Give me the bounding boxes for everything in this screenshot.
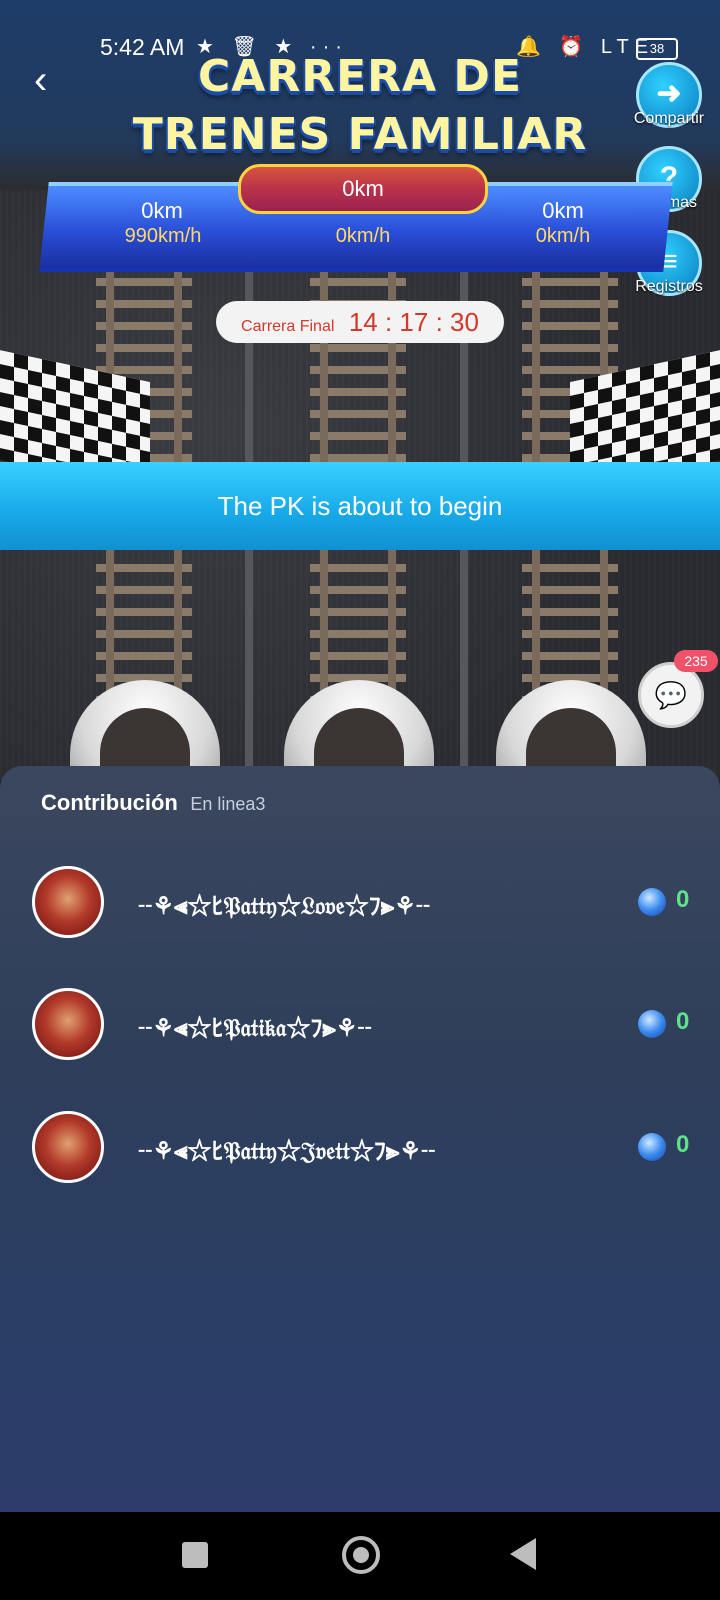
back-triangle-icon[interactable] (510, 1538, 536, 1570)
chat-unread-badge: 235 (674, 650, 718, 672)
pk-status-banner: The PK is about to begin (0, 462, 720, 550)
gem-icon (638, 1133, 666, 1161)
avatar[interactable] (32, 1111, 104, 1183)
avatar[interactable] (32, 866, 104, 938)
lane-1-distance: 0km (141, 198, 183, 223)
rail-track (310, 264, 406, 484)
title-line-1: CARRERA DE (198, 51, 522, 102)
leader-distance: 0km (238, 164, 488, 214)
panel-header: Contribución En linea3 (41, 790, 265, 816)
lane-1-speed: 990km/h (124, 225, 202, 247)
user-score: 0 (676, 1131, 690, 1158)
home-icon[interactable] (342, 1536, 380, 1574)
navigation-bar (0, 1512, 720, 1600)
race-game-area: 5:42 AM ★ 🗑 ★ ··· 🔔 ⏰ LTE 38 ‹ CARRERA D… (0, 0, 720, 780)
list-item[interactable]: ╌⚘⫷☆ﾋ𝔓𝔞𝔱𝔱𝔶☆𝔍𝔳𝔢𝔱𝔱☆ﾌ⫸⚘╌ 0 (0, 1111, 720, 1191)
lane-3-distance: 0km (542, 198, 584, 223)
user-score: 0 (676, 1008, 690, 1035)
online-count: En linea3 (190, 794, 266, 814)
share-button-label[interactable]: Compartir (624, 110, 714, 128)
gem-icon (638, 888, 666, 916)
user-name: ╌⚘⫷☆ﾋ𝔓𝔞𝔱𝔱𝔶☆𝔍𝔳𝔢𝔱𝔱☆ﾌ⫸⚘╌ (138, 1136, 436, 1165)
timer-label: Carrera Final (241, 318, 335, 335)
gem-icon (638, 1010, 666, 1038)
list-item[interactable]: ╌⚘⫷☆ﾋ𝔓𝔞𝔱𝔦𝔨𝔞☆ﾌ⫸⚘╌ 0 (0, 988, 720, 1068)
recents-icon[interactable] (182, 1542, 208, 1568)
title-line-2: TRENES FAMILIAR (132, 109, 588, 160)
race-timer: Carrera Final 14 : 17 : 30 (216, 301, 504, 343)
lane-3-speed: 0km/h (535, 225, 591, 247)
user-name: ╌⚘⫷☆ﾋ𝔓𝔞𝔱𝔦𝔨𝔞☆ﾌ⫸⚘╌ (138, 1013, 372, 1042)
contribution-panel: Contribución En linea3 ╌⚘⫷☆ﾋ𝔓𝔞𝔱𝔱𝔶☆𝔏𝔬𝔳𝔢☆ﾌ… (0, 766, 720, 1512)
panel-title: Contribución (41, 790, 178, 815)
user-score: 0 (676, 886, 690, 913)
user-name: ╌⚘⫷☆ﾋ𝔓𝔞𝔱𝔱𝔶☆𝔏𝔬𝔳𝔢☆ﾌ⫸⚘╌ (138, 891, 431, 920)
page-title: CARRERA DE TRENES FAMILIAR (100, 48, 620, 164)
records-button-label[interactable]: Registros (624, 278, 714, 296)
list-item[interactable]: ╌⚘⫷☆ﾋ𝔓𝔞𝔱𝔱𝔶☆𝔏𝔬𝔳𝔢☆ﾌ⫸⚘╌ 0 (0, 866, 720, 946)
battery-icon: 38 (636, 38, 678, 60)
timer-value: 14 : 17 : 30 (348, 307, 479, 337)
back-arrow-icon[interactable]: ‹ (34, 60, 64, 100)
lane-2-speed: 0km/h (335, 225, 391, 247)
avatar[interactable] (32, 988, 104, 1060)
